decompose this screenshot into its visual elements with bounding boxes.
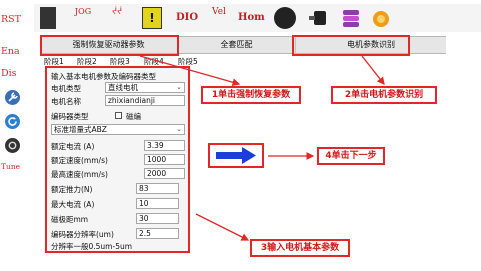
arrow-to-step3 bbox=[195, 213, 250, 241]
arrow-to-step1 bbox=[139, 55, 241, 86]
arrow-to-step2 bbox=[361, 55, 385, 86]
annotation-arrows bbox=[139, 55, 385, 241]
